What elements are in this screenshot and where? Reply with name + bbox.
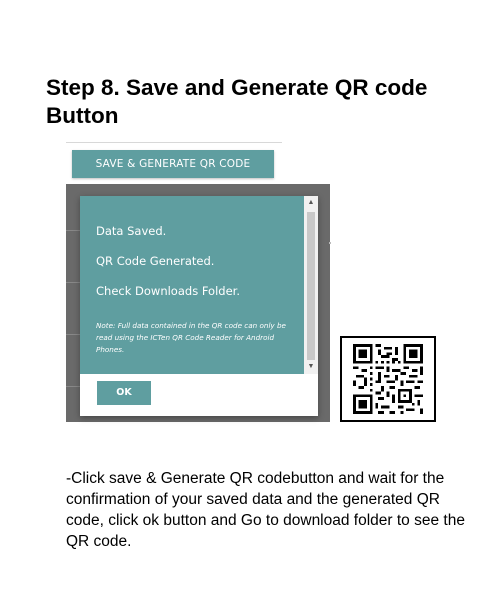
qr-generated-text: QR Code Generated. (96, 254, 215, 268)
ok-button[interactable]: OK (97, 381, 151, 405)
check-downloads-text: Check Downloads Folder. (96, 284, 240, 298)
divider (66, 282, 80, 283)
triangle-up-icon[interactable]: ▲ (304, 196, 318, 210)
modal-overlay: Data Saved. QR Code Generated. Check Dow… (66, 184, 331, 422)
data-saved-text: Data Saved. (96, 224, 167, 238)
dialog-message: Data Saved. QR Code Generated. Check Dow… (80, 196, 304, 374)
confirmation-dialog: Data Saved. QR Code Generated. Check Dow… (80, 196, 318, 416)
instructions-text: -Click save & Generate QR codebutton and… (66, 470, 465, 550)
divider (66, 142, 282, 143)
divider (66, 230, 80, 231)
qr-code-icon (353, 344, 423, 414)
reader-note: Note: Full data contained in the QR code… (96, 321, 286, 354)
app-screenshot: SAVE & GENERATE QR CODE Data Saved. QR C… (66, 142, 331, 422)
save-generate-qr-button[interactable]: SAVE & GENERATE QR CODE (72, 150, 274, 178)
divider (66, 386, 80, 387)
overlay-edge-mark (329, 242, 331, 244)
dialog-scrollbar[interactable]: ▲ ▼ (304, 196, 318, 374)
step-title: Step 8. Save and Generate QR code Button (46, 75, 428, 128)
triangle-down-icon[interactable]: ▼ (304, 360, 318, 374)
divider (66, 334, 80, 335)
qr-code-image (340, 336, 436, 422)
scrollbar-thumb[interactable] (307, 212, 315, 360)
